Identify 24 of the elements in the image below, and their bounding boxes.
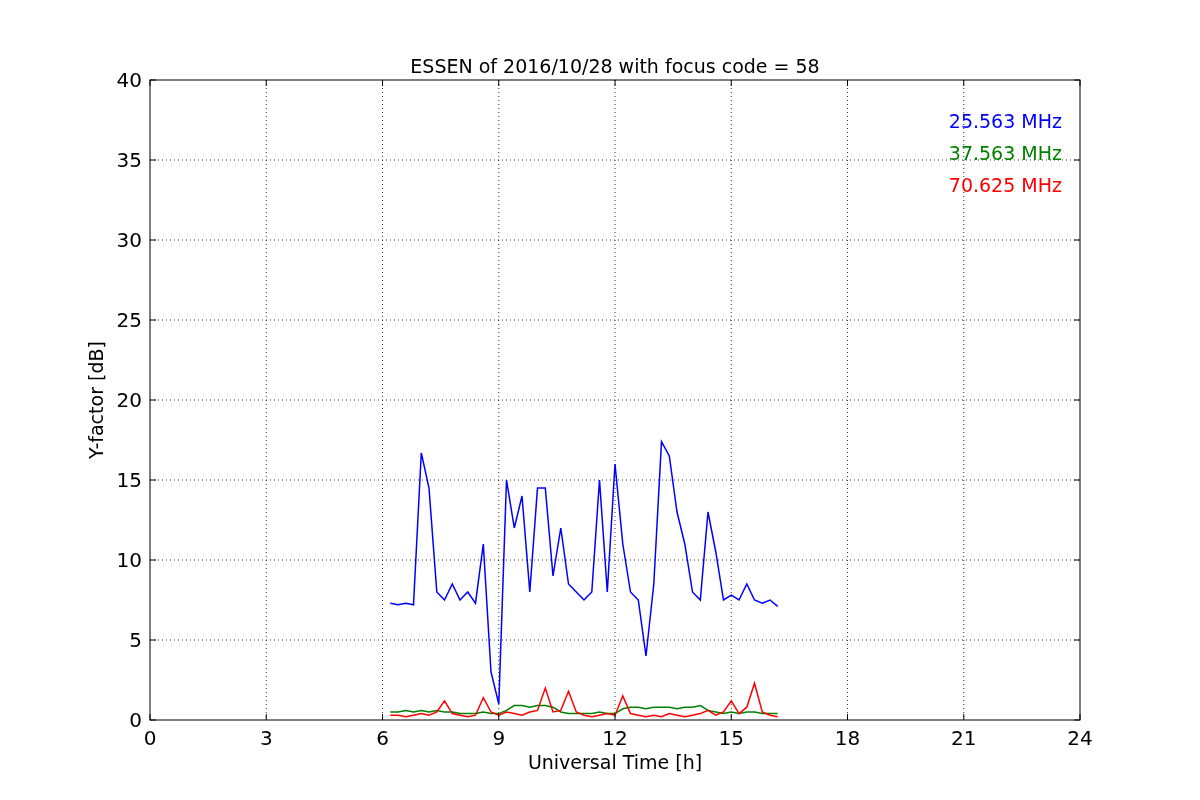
legend-entry: 70.625 MHz — [948, 174, 1062, 196]
x-tick-label: 18 — [834, 726, 861, 750]
x-tick-label: 0 — [143, 726, 157, 750]
chart-title: ESSEN of 2016/10/28 with focus code = 58 — [410, 55, 820, 77]
y-tick-label: 15 — [116, 468, 142, 492]
x-tick-label: 6 — [376, 726, 389, 750]
y-tick-label: 0 — [129, 708, 142, 732]
legend-entry: 37.563 MHz — [948, 142, 1062, 164]
legend-entry: 25.563 MHz — [948, 110, 1062, 132]
x-axis-label: Universal Time [h] — [527, 751, 703, 773]
y-tick-label: 40 — [116, 68, 142, 92]
y-tick-label: 30 — [116, 228, 142, 252]
y-tick-label: 10 — [116, 548, 142, 572]
x-tick-label: 21 — [951, 726, 977, 750]
x-tick-label: 3 — [259, 726, 273, 750]
x-tick-label: 9 — [492, 726, 506, 750]
y-tick-label: 20 — [116, 388, 142, 412]
y-axis-label: Y-factor [dB] — [85, 341, 107, 459]
x-tick-label: 15 — [718, 726, 744, 750]
x-tick-label: 24 — [1067, 726, 1093, 750]
y-tick-label: 35 — [116, 148, 142, 172]
x-tick-label: 12 — [602, 726, 628, 750]
y-tick-label: 5 — [129, 628, 142, 652]
y-tick-label: 25 — [116, 308, 142, 332]
